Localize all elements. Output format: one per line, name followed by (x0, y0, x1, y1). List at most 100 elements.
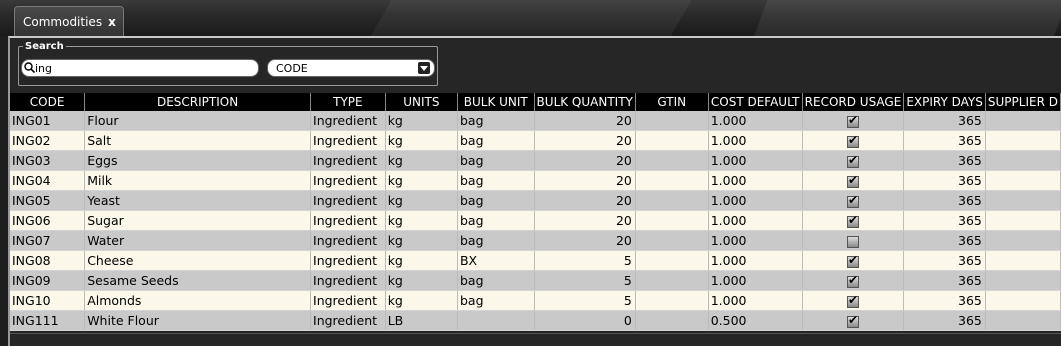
cell-code[interactable]: ING03 (10, 150, 86, 171)
table-row[interactable]: ING01FlourIngredientkgbag20 1.000 365 (10, 111, 1061, 131)
record-usage-checkbox[interactable] (846, 113, 859, 128)
cell-expiry-days[interactable]: 365 (903, 230, 986, 251)
cell-description[interactable]: Eggs (84, 150, 312, 171)
cell-description[interactable]: Yeast (84, 190, 312, 211)
cell-gtin[interactable] (635, 230, 709, 251)
cell-bulk-unit[interactable]: BX (457, 250, 535, 271)
cell-code[interactable]: ING07 (10, 230, 86, 251)
cell-cost-default[interactable]: 1.000 (708, 290, 803, 311)
cell-units[interactable]: kg (385, 130, 458, 151)
table-row[interactable]: ING09Sesame SeedsIngredientkgbag5 1.000 36… (10, 270, 1061, 291)
column-header[interactable]: BULK UNIT (457, 93, 535, 111)
cell-code[interactable]: ING08 (10, 250, 86, 271)
cell-record-usage[interactable] (802, 190, 905, 211)
column-header[interactable]: CODE (10, 93, 86, 111)
table-row[interactable]: ING08CheeseIngredientkgBX5 1.000 365 (10, 250, 1061, 271)
cell-units[interactable]: kg (385, 111, 458, 131)
cell-record-usage[interactable] (802, 210, 905, 231)
cell-expiry-days[interactable]: 365 (903, 210, 986, 231)
cell-code[interactable]: ING111 (10, 310, 86, 331)
cell-bulk-quantity[interactable]: 0 (534, 310, 636, 331)
cell-supplier[interactable] (985, 150, 1061, 171)
cell-description[interactable]: Almonds (84, 290, 312, 311)
cell-description[interactable]: Flour (84, 111, 312, 131)
table-row[interactable]: ING10AlmondsIngredientkgbag5 1.000 365 (10, 290, 1061, 311)
cell-code[interactable]: ING02 (10, 130, 86, 151)
cell-type[interactable]: Ingredient (310, 270, 386, 291)
search-input[interactable] (35, 60, 255, 76)
cell-gtin[interactable] (635, 250, 709, 271)
tab-close-button[interactable]: x (108, 15, 116, 29)
record-usage-checkbox[interactable] (846, 213, 859, 228)
cell-bulk-quantity[interactable]: 20 (534, 190, 636, 211)
cell-bulk-unit[interactable] (457, 310, 535, 331)
cell-gtin[interactable] (635, 210, 709, 231)
cell-type[interactable]: Ingredient (310, 310, 386, 331)
cell-supplier[interactable] (985, 250, 1061, 271)
cell-cost-default[interactable]: 0.500 (708, 310, 803, 331)
cell-bulk-unit[interactable]: bag (457, 170, 535, 191)
cell-bulk-quantity[interactable]: 20 (534, 130, 636, 151)
cell-units[interactable]: kg (385, 230, 458, 251)
cell-record-usage[interactable] (802, 170, 905, 191)
cell-description[interactable]: Cheese (84, 250, 312, 271)
column-header[interactable]: GTIN (635, 93, 709, 111)
cell-bulk-unit[interactable]: bag (457, 150, 535, 171)
cell-bulk-unit[interactable]: bag (457, 290, 535, 311)
cell-cost-default[interactable]: 1.000 (708, 130, 803, 151)
table-row[interactable]: ING02SaltIngredientkgbag20 1.000 365 (10, 130, 1061, 151)
table-row[interactable]: ING03EggsIngredientkgbag20 1.000 365 (10, 150, 1061, 171)
cell-cost-default[interactable]: 1.000 (708, 250, 803, 271)
cell-cost-default[interactable]: 1.000 (708, 111, 803, 131)
record-usage-checkbox[interactable] (846, 153, 859, 168)
cell-bulk-quantity[interactable]: 5 (534, 290, 636, 311)
cell-units[interactable]: kg (385, 190, 458, 211)
cell-gtin[interactable] (635, 290, 709, 311)
cell-description[interactable]: Water (84, 230, 312, 251)
search-field-select[interactable]: CODE (267, 59, 435, 77)
cell-units[interactable]: kg (385, 210, 458, 231)
cell-cost-default[interactable]: 1.000 (708, 230, 803, 251)
cell-gtin[interactable] (635, 130, 709, 151)
cell-type[interactable]: Ingredient (310, 210, 386, 231)
cell-type[interactable]: Ingredient (310, 190, 386, 211)
cell-expiry-days[interactable]: 365 (903, 250, 986, 271)
cell-bulk-quantity[interactable]: 20 (534, 111, 636, 131)
record-usage-checkbox[interactable] (846, 293, 859, 308)
cell-expiry-days[interactable]: 365 (903, 290, 986, 311)
cell-cost-default[interactable]: 1.000 (708, 150, 803, 171)
cell-description[interactable]: White Flour (84, 310, 312, 331)
cell-record-usage[interactable] (802, 310, 905, 331)
cell-code[interactable]: ING06 (10, 210, 86, 231)
table-row[interactable]: ING111White FlourIngredientLB 0 0.500 365 (10, 310, 1061, 331)
cell-record-usage[interactable] (802, 111, 905, 131)
cell-expiry-days[interactable]: 365 (903, 270, 986, 291)
cell-units[interactable]: kg (385, 270, 458, 291)
cell-type[interactable]: Ingredient (310, 111, 386, 131)
cell-type[interactable]: Ingredient (310, 150, 386, 171)
cell-bulk-unit[interactable]: bag (457, 270, 535, 291)
cell-code[interactable]: ING01 (10, 111, 86, 131)
table-row[interactable]: ING06SugarIngredientkgbag20 1.000 365 (10, 210, 1061, 231)
cell-bulk-unit[interactable]: bag (457, 210, 535, 231)
cell-gtin[interactable] (635, 150, 709, 171)
chevron-down-icon[interactable] (418, 62, 430, 74)
cell-supplier[interactable] (985, 230, 1061, 251)
cell-supplier[interactable] (985, 210, 1061, 231)
cell-supplier[interactable] (985, 310, 1061, 331)
cell-expiry-days[interactable]: 365 (903, 130, 986, 151)
table-row[interactable]: ING07 Water Ingredient kg bag 20 1.000 365 (10, 230, 1061, 251)
tab-commodities[interactable]: Commodities x (14, 6, 124, 36)
column-header[interactable]: SUPPLIER D (985, 93, 1061, 111)
cell-description[interactable]: Salt (84, 130, 312, 151)
cell-expiry-days[interactable]: 365 (903, 190, 986, 211)
cell-units[interactable]: LB (385, 310, 458, 331)
column-header[interactable]: COST DEFAULT (708, 93, 803, 111)
search-box[interactable] (21, 59, 259, 77)
cell-expiry-days[interactable]: 365 (903, 150, 986, 171)
cell-type[interactable]: Ingredient (310, 130, 386, 151)
column-header[interactable]: EXPIRY DAYS (903, 93, 986, 111)
table-row[interactable]: ING04MilkIngredientkgbag20 1.000 365 (10, 170, 1061, 191)
cell-supplier[interactable] (985, 290, 1061, 311)
cell-record-usage[interactable] (802, 270, 905, 291)
